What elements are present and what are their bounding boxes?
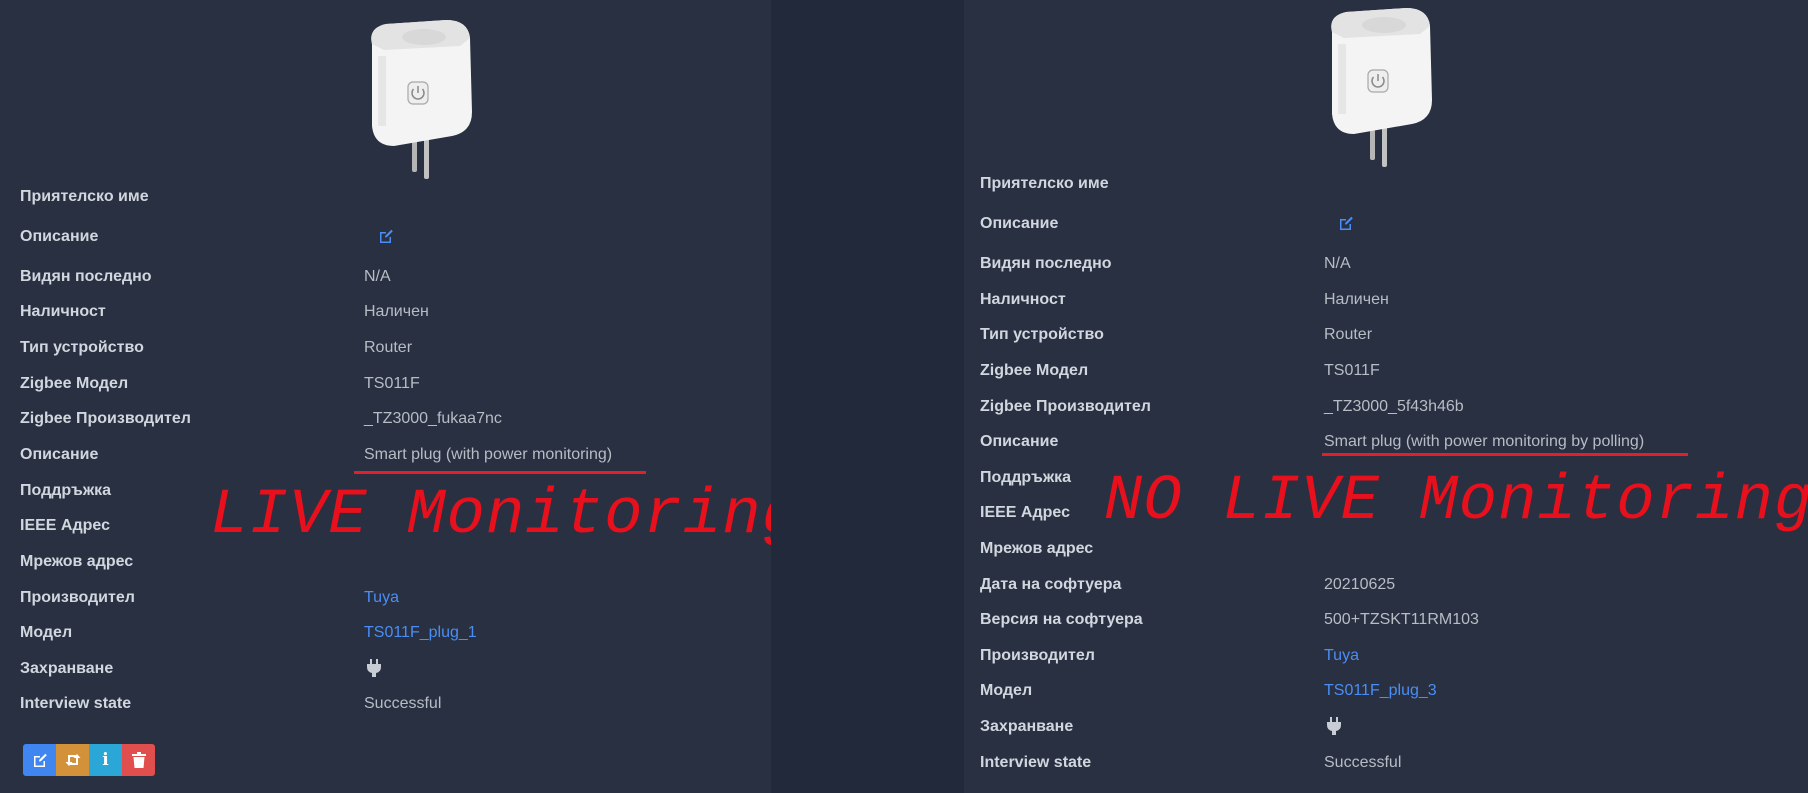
row-zigbee-model: Zigbee Модел TS011F — [980, 356, 1380, 386]
software-version-label: Версия на софтуера — [980, 611, 1143, 628]
availability-value: Наличен — [1324, 291, 1389, 308]
interview-state-label: Interview state — [20, 695, 132, 712]
device-panel-left: Приятелско име Описание Видян последно N… — [0, 0, 800, 793]
row-availability: Наличност Наличен — [20, 297, 429, 327]
zigbee-manufacturer-value: _TZ3000_5f43h46b — [1324, 398, 1464, 415]
description-label: Описание — [20, 228, 99, 245]
last-seen-value: N/A — [1324, 255, 1351, 272]
manufacturer-label: Производител — [980, 647, 1095, 664]
row-network-address: Мрежов адрес — [980, 534, 1324, 564]
row-manufacturer: Производител Tuya — [20, 583, 399, 613]
row-model: Модел TS011F_plug_3 — [980, 676, 1437, 706]
row-zigbee-manufacturer: Zigbee Производител _TZ3000_fukaa7nc — [20, 404, 502, 434]
live-monitoring-overlay: LIVE Monitoring — [210, 480, 802, 552]
description-value: Smart plug (with power monitoring) — [364, 446, 613, 463]
description-label: Описание — [20, 446, 99, 463]
row-interview-state: Interview state Successful — [20, 689, 441, 719]
availability-label: Наличност — [980, 291, 1066, 308]
row-zigbee-manufacturer: Zigbee Производител _TZ3000_5f43h46b — [980, 392, 1464, 422]
row-model: Модел TS011F_plug_1 — [20, 618, 477, 648]
retweet-icon — [65, 754, 80, 766]
model-link[interactable]: TS011F_plug_1 — [364, 624, 477, 642]
row-zigbee-model: Zigbee Модел TS011F — [20, 369, 420, 399]
zigbee-manufacturer-value: _TZ3000_fukaa7nc — [364, 410, 502, 427]
edit-icon — [33, 753, 47, 767]
zigbee-model-value: TS011F — [1324, 362, 1380, 379]
device-panel-right: Приятелско име Описание Видян последно N… — [964, 0, 1808, 793]
device-image — [1320, 4, 1436, 172]
model-label: Модел — [20, 624, 73, 641]
power-plug-icon — [366, 659, 384, 679]
power-source-label: Захранване — [20, 660, 114, 677]
device-type-value: Router — [1324, 326, 1373, 343]
panel-gap — [771, 0, 964, 793]
action-button-group: i — [23, 744, 155, 776]
power-source-label: Захранване — [980, 718, 1074, 735]
row-description: Описание Smart plug (with power monitori… — [20, 440, 612, 470]
device-type-label: Тип устройство — [980, 326, 1104, 343]
network-address-label: Мрежов адрес — [20, 553, 134, 570]
interview-state-value: Successful — [1324, 754, 1402, 771]
last-seen-value: N/A — [364, 268, 391, 285]
row-device-type: Тип устройство Router — [20, 333, 412, 363]
description-value: Smart plug (with power monitoring by pol… — [1324, 433, 1645, 450]
zigbee-model-label: Zigbee Модел — [20, 375, 129, 392]
row-interview-state: Interview state Successful — [980, 748, 1401, 778]
device-type-label: Тип устройство — [20, 339, 144, 356]
availability-label: Наличност — [20, 303, 106, 320]
software-date-value: 20210625 — [1324, 576, 1396, 593]
network-address-label: Мрежов адрес — [980, 540, 1094, 557]
reconfigure-button[interactable] — [56, 744, 89, 776]
row-description-edit: Описание — [20, 222, 396, 252]
description-label: Описание — [980, 215, 1059, 232]
software-version-value: 500+TZSKT11RM103 — [1324, 611, 1479, 628]
edit-icon[interactable] — [378, 228, 396, 246]
row-description-edit: Описание — [980, 209, 1356, 239]
row-friendly-name: Приятелско име — [980, 169, 1324, 199]
manufacturer-link[interactable]: Tuya — [1324, 647, 1359, 665]
friendly-name-label: Приятелско име — [980, 175, 1109, 192]
red-underline — [354, 471, 646, 474]
device-image — [360, 16, 476, 184]
delete-button[interactable] — [122, 744, 155, 776]
row-friendly-name: Приятелско име — [20, 182, 364, 212]
row-software-date: Дата на софтуера 20210625 — [980, 570, 1395, 600]
row-power-source: Захранване — [20, 654, 384, 684]
manufacturer-label: Производител — [20, 589, 135, 606]
info-button[interactable]: i — [89, 744, 122, 776]
device-type-value: Router — [364, 339, 413, 356]
zigbee-manufacturer-label: Zigbee Производител — [20, 410, 191, 427]
row-manufacturer: Производител Tuya — [980, 641, 1359, 671]
row-availability: Наличност Наличен — [980, 285, 1389, 315]
manufacturer-link[interactable]: Tuya — [364, 589, 399, 607]
zigbee-model-label: Zigbee Модел — [980, 362, 1089, 379]
row-software-version: Версия на софтуера 500+TZSKT11RM103 — [980, 605, 1479, 635]
edit-button[interactable] — [23, 744, 56, 776]
model-label: Модел — [980, 682, 1033, 699]
row-last-seen: Видян последно N/A — [20, 262, 391, 292]
interview-state-label: Interview state — [980, 754, 1092, 771]
info-icon: i — [102, 750, 109, 770]
last-seen-label: Видян последно — [20, 268, 152, 285]
row-last-seen: Видян последно N/A — [980, 249, 1351, 279]
interview-state-value: Successful — [364, 695, 442, 712]
no-live-monitoring-overlay: NO LIVE Monitoring — [1104, 466, 1808, 538]
trash-icon — [131, 752, 146, 768]
red-underline — [1322, 453, 1688, 456]
model-link[interactable]: TS011F_plug_3 — [1324, 682, 1437, 700]
last-seen-label: Видян последно — [980, 255, 1112, 272]
zigbee-manufacturer-label: Zigbee Производител — [980, 398, 1151, 415]
description-label: Описание — [980, 433, 1059, 450]
row-device-type: Тип устройство Router — [980, 320, 1372, 350]
edit-icon[interactable] — [1338, 215, 1356, 233]
power-plug-icon — [1326, 717, 1344, 737]
software-date-label: Дата на софтуера — [980, 576, 1122, 593]
row-power-source: Захранване — [980, 712, 1344, 742]
availability-value: Наличен — [364, 303, 429, 320]
friendly-name-label: Приятелско име — [20, 188, 149, 205]
zigbee-model-value: TS011F — [364, 375, 420, 392]
